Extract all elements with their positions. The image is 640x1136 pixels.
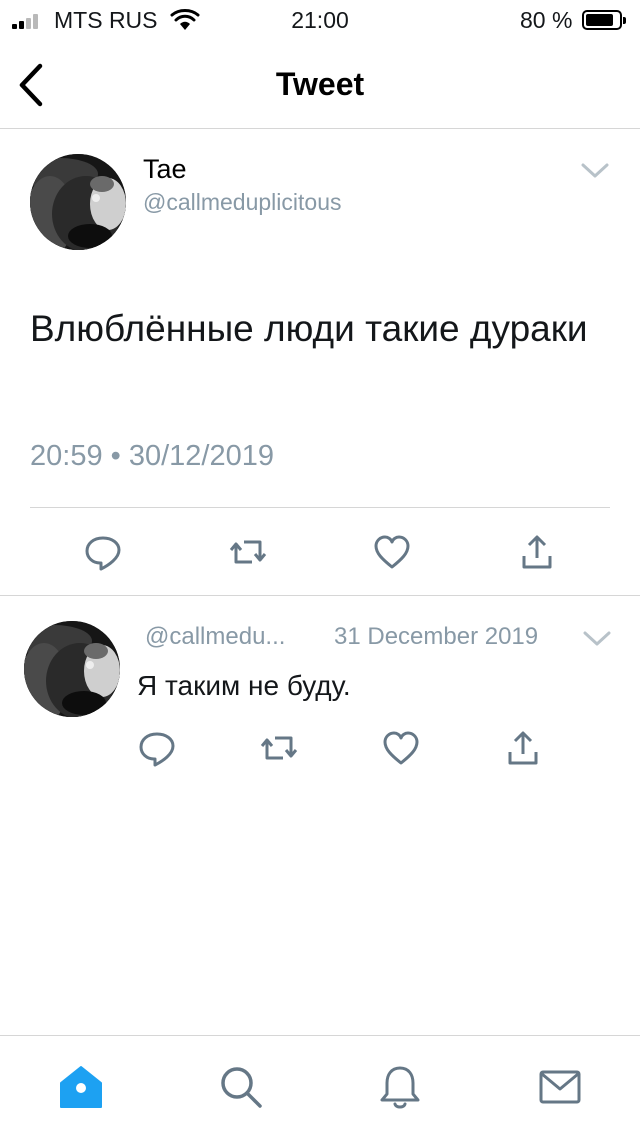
- tab-bar: [0, 1035, 640, 1136]
- retweet-icon[interactable]: [228, 532, 268, 572]
- reply-icon[interactable]: [83, 532, 123, 572]
- notifications-icon[interactable]: [377, 1064, 423, 1110]
- divider: [30, 507, 610, 508]
- retweet-icon[interactable]: [259, 728, 299, 768]
- page-title: Tweet: [275, 66, 365, 102]
- search-icon[interactable]: [218, 1064, 264, 1110]
- home-icon[interactable]: [58, 1064, 104, 1110]
- nav-bar: Tweet: [0, 40, 640, 129]
- tweet-text: Влюблённые люди такие дураки: [30, 308, 588, 349]
- share-icon[interactable]: [503, 728, 543, 768]
- reply-tweet[interactable]: @callmedu... 31 December 2019 Я таким не…: [0, 597, 640, 797]
- battery-icon: [582, 10, 626, 30]
- like-icon[interactable]: [372, 532, 412, 572]
- tweet-timestamp: 20:59 • 30/12/2019: [30, 440, 274, 472]
- reply-author-handle[interactable]: @callmedu...: [145, 623, 285, 651]
- reply-text: Я таким не буду.: [137, 670, 351, 701]
- messages-icon[interactable]: [537, 1064, 583, 1110]
- chevron-down-icon[interactable]: [582, 630, 612, 648]
- author-name[interactable]: Tae: [143, 154, 187, 185]
- reply-icon[interactable]: [137, 728, 177, 768]
- avatar[interactable]: [24, 621, 120, 717]
- status-bar: MTS RUS 21:00 80 %: [0, 0, 640, 40]
- main-tweet: Tae @callmeduplicitous Влюблённые люди т…: [0, 130, 640, 596]
- avatar[interactable]: [30, 154, 126, 250]
- battery-percent: 80 %: [520, 7, 573, 33]
- share-icon[interactable]: [517, 532, 557, 572]
- like-icon[interactable]: [381, 728, 421, 768]
- reply-date: 31 December 2019: [334, 623, 539, 650]
- chevron-down-icon[interactable]: [580, 162, 610, 180]
- author-handle[interactable]: @callmeduplicitous: [143, 189, 342, 216]
